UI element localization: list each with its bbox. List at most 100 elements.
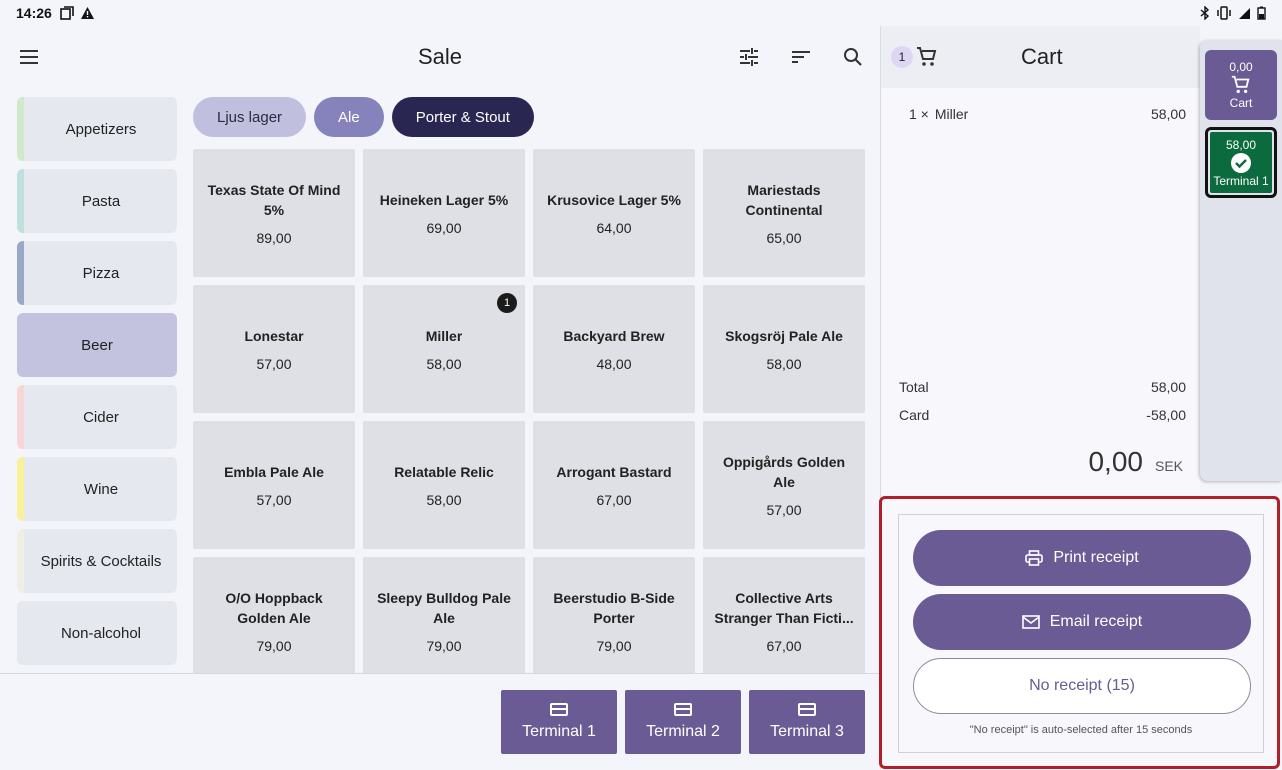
auto-select-note: "No receipt" is auto-selected after 15 s… (969, 724, 1193, 736)
product-name: Sleepy Bulldog Pale Ale (377, 590, 511, 626)
category-cider[interactable]: Cider (17, 385, 177, 449)
product-price: 69,00 (426, 220, 462, 236)
category-label: Non-alcohol (60, 624, 142, 642)
category-color-stripe (17, 97, 24, 161)
product-tile[interactable]: Oppigårds Golden Ale 57,00 (703, 421, 865, 549)
category-color-stripe (17, 241, 24, 305)
product-price: 67,00 (596, 492, 632, 508)
product-price: 65,00 (766, 230, 802, 246)
cart-icon (1231, 75, 1250, 94)
card-payment-row: Card -58,00 (899, 407, 1186, 423)
battery-icon (1257, 6, 1266, 20)
credit-card-icon (674, 703, 692, 716)
product-tile[interactable]: Arrogant Bastard 67,00 (533, 421, 695, 549)
rail-terminal-button[interactable]: 58,00 Terminal 1 (1205, 127, 1277, 198)
product-name: Beerstudio B-Side Porter (553, 590, 675, 626)
chip-ljus-lager[interactable]: Ljus lager (193, 97, 307, 137)
product-tile[interactable]: Mariestads Continental 65,00 (703, 149, 865, 277)
product-tile[interactable]: Beerstudio B-Side Porter 79,00 (533, 557, 695, 673)
category-label: Wine (83, 480, 119, 498)
product-price: 79,00 (426, 638, 462, 654)
sort-button[interactable] (788, 44, 814, 70)
check-circle-icon (1231, 152, 1251, 173)
product-tile[interactable]: Skogsröj Pale Ale 58,00 (703, 285, 865, 413)
product-name: Oppigårds Golden Ale (722, 454, 846, 490)
category-color-stripe (17, 385, 24, 449)
status-time: 14:26 (16, 5, 52, 21)
product-tile[interactable]: Heineken Lager 5% 69,00 (363, 149, 525, 277)
product-price: 89,00 (256, 230, 292, 246)
product-tile[interactable]: Krusovice Lager 5% 64,00 (533, 149, 695, 277)
category-wine[interactable]: Wine (17, 457, 177, 521)
product-tile[interactable]: Backyard Brew 48,00 (533, 285, 695, 413)
warning-icon (80, 7, 94, 19)
product-tile[interactable]: Sleepy Bulldog Pale Ale 79,00 (363, 557, 525, 673)
product-price: 57,00 (256, 492, 292, 508)
line-amount: 58,00 (1150, 106, 1186, 122)
product-tile[interactable]: Lonestar 57,00 (193, 285, 355, 413)
search-icon (844, 48, 862, 66)
product-name: Arrogant Bastard (556, 464, 672, 480)
product-price: 58,00 (426, 492, 462, 508)
terminal-2-button[interactable]: Terminal 2 (625, 690, 741, 754)
cart-line-item[interactable]: 1 × Miller 58,00 (909, 106, 1186, 122)
category-spirits-cocktails[interactable]: Spirits & Cocktails (17, 529, 177, 593)
chip-ale[interactable]: Ale (314, 97, 384, 137)
sort-icon (792, 51, 810, 63)
rail-cart-button[interactable]: 0,00 Cart (1205, 50, 1277, 120)
product-name: O/O Hoppback Golden Ale (225, 590, 323, 626)
category-non-alcohol[interactable]: Non-alcohol (17, 601, 177, 665)
total-label: Total (899, 379, 929, 395)
terminal-label: Terminal 1 (522, 723, 596, 740)
product-tile[interactable]: Relatable Relic 58,00 (363, 421, 525, 549)
product-price: 58,00 (426, 356, 462, 372)
product-name: Mariestads Continental (745, 182, 823, 218)
print-receipt-button[interactable]: Print receipt (913, 530, 1251, 586)
no-receipt-button[interactable]: No receipt (15) (913, 658, 1251, 714)
receipt-options: Print receipt Email receipt No receipt (… (898, 514, 1264, 753)
chip-porter-stout[interactable]: Porter & Stout (391, 97, 534, 137)
product-price: 57,00 (256, 356, 292, 372)
rail-terminal-amount: 58,00 (1225, 137, 1257, 152)
category-color-stripe (17, 169, 24, 233)
product-name: Lonestar (244, 328, 304, 344)
email-receipt-button[interactable]: Email receipt (913, 594, 1251, 650)
total-row: Total 58,00 (899, 379, 1186, 395)
category-appetizers[interactable]: Appetizers (17, 97, 177, 161)
product-tile[interactable]: Miller 58,00 1 (363, 285, 525, 413)
cart-icon (917, 47, 937, 66)
product-price: 58,00 (766, 356, 802, 372)
total-value: 58,00 (1150, 379, 1186, 395)
cart-count-badge: 1 (891, 46, 913, 68)
category-label: Pizza (82, 264, 120, 282)
product-name: Collective Arts Stranger Than Ficti... (714, 590, 854, 626)
search-button[interactable] (840, 44, 866, 70)
product-price: 48,00 (596, 356, 632, 372)
product-price: 57,00 (766, 502, 802, 518)
product-grid: Texas State Of Mind 5% 89,00 Heineken Lage… (193, 149, 865, 673)
category-label: Cider (83, 408, 119, 426)
product-tile[interactable]: O/O Hoppback Golden Ale 79,00 (193, 557, 355, 673)
terminal-3-button[interactable]: Terminal 3 (749, 690, 865, 754)
receipt-panel: Print receipt Email receipt No receipt (… (879, 496, 1280, 769)
subcategory-chips: Ljus lager Ale Porter & Stout (193, 97, 534, 137)
product-tile[interactable]: Texas State Of Mind 5% 89,00 (193, 149, 355, 277)
cart-header: 1 Cart (881, 26, 1200, 88)
product-tile[interactable]: Collective Arts Stranger Than Ficti... 67… (703, 557, 865, 673)
product-tile[interactable]: Embla Pale Ale 57,00 (193, 421, 355, 549)
line-name: Miller (934, 106, 969, 122)
hamburger-icon (20, 50, 38, 64)
tune-icon (740, 48, 758, 66)
menu-button[interactable] (16, 44, 42, 70)
terminal-1-button[interactable]: Terminal 1 (501, 690, 617, 754)
category-pizza[interactable]: Pizza (17, 241, 177, 305)
status-bar: 14:26 (0, 0, 1282, 26)
category-beer[interactable]: Beer (17, 313, 177, 377)
terminal-label: Terminal 2 (646, 723, 720, 740)
printer-icon (1025, 550, 1044, 566)
category-pasta[interactable]: Pasta (17, 169, 177, 233)
product-name: Heineken Lager 5% (379, 192, 509, 208)
category-color-stripe (17, 601, 24, 665)
adjust-button[interactable] (736, 44, 762, 70)
remaining-total: 0,00 SEK (1088, 446, 1183, 478)
